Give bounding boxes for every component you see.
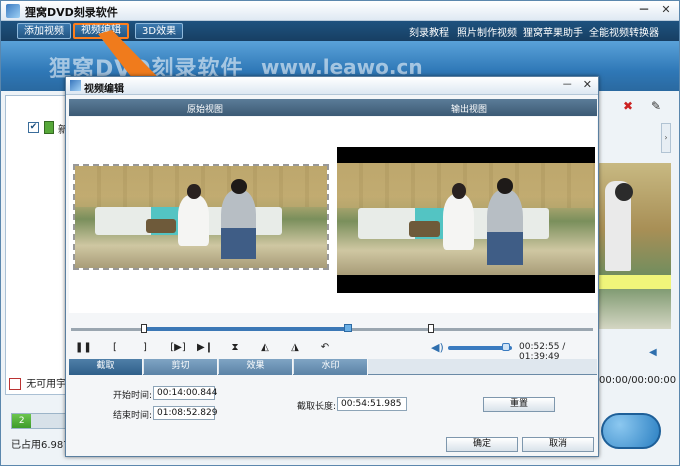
selection-end-handle[interactable] [428,324,435,333]
list-tools: ✖ ✎ [621,99,677,115]
ok-button[interactable]: 确定 [446,437,518,452]
volume-icon[interactable]: ◀ [649,347,661,358]
dialog-title: 视频编辑 [84,84,124,95]
preview-area [69,117,597,313]
pause-button[interactable]: ❚❚ [75,340,92,356]
end-time-field[interactable]: 01:08:52.829 [153,406,217,420]
film-icon [44,121,54,134]
volume-icon[interactable]: ◀) [431,340,445,356]
timeline[interactable] [71,324,593,333]
selection-start-handle[interactable] [141,324,148,333]
mark-in-button[interactable]: [ [107,340,123,356]
burn-button[interactable] [601,413,661,449]
next-frame-button[interactable]: [▶] [167,340,189,356]
warning-row: 无可用宇 [9,375,66,391]
volume-slider-handle[interactable] [501,343,510,351]
dialog-minimize-button[interactable]: － [562,78,573,92]
title-bar: 狸窝DVD刻录软件 － ✕ [1,1,679,21]
dialog-close-button[interactable]: ✕ [583,78,592,92]
delete-icon[interactable]: ✖ [621,99,635,113]
link-burn-tutorial[interactable]: 刻录教程 [409,24,449,39]
close-button[interactable]: ✕ [659,3,673,17]
trim-length-field[interactable]: 00:54:51.985 [337,397,407,411]
window-controls: － ✕ [637,3,673,17]
link-video-converter[interactable]: 全能视频转换器 [589,24,659,39]
video-list-panel: ✔ 新 [5,95,69,395]
hourglass-icon[interactable]: ⧗ [227,340,243,356]
app-title: 狸窝DVD刻录软件 [25,6,118,19]
dialog-title-bar: 视频编辑 － ✕ [66,77,598,95]
disc-usage-bar: 2 [11,413,67,429]
edit-icon[interactable]: ✎ [649,99,663,113]
warning-text: 无可用宇 [26,379,67,390]
end-time-label: 结束时间: [113,411,153,421]
item-checkbox[interactable]: ✔ [28,122,39,133]
flip-vertical-icon[interactable]: ◭ [257,340,273,356]
preview-strip: ✖ ✎ › ◀ 00:00/00:00:00 [599,95,679,455]
tab-crop[interactable]: 剪切 [144,359,218,375]
output-view-label: 输出视图 [451,105,488,115]
mark-out-button[interactable]: ] [137,340,153,356]
edit-tabs: 截取 剪切 效果 水印 [69,359,597,375]
output-video-frame [337,147,595,293]
preview-bench [599,275,671,289]
current-time: 00:52:55 [519,342,560,352]
playback-controls: ❚❚ [ ] [▶] ▶❙ ⧗ ◭ ◮ ↶ ◀) 00:52:55 / 01:3… [71,339,593,362]
start-time-label: 开始时间: [113,391,153,401]
go-to-end-button[interactable]: ▶❙ [197,340,213,356]
tab-watermark[interactable]: 水印 [294,359,368,375]
disc-usage-fill: 2 [12,414,32,428]
preview-time: 00:00/00:00:00 [599,375,677,386]
timeline-selection [144,327,348,331]
rotate-icon[interactable]: ↶ [317,340,333,356]
link-apple-assistant[interactable]: 狸窝苹果助手 [523,24,583,39]
preview-figure [605,181,633,271]
tab-effect[interactable]: 效果 [219,359,293,375]
dialog-logo-icon [70,80,81,91]
app-logo-icon [6,4,20,18]
trim-length-label: 截取长度: [297,402,337,412]
trim-panel: 开始时间: 00:14:00.844 结束时间: 01:08:52.829 截取… [69,375,597,439]
cancel-button[interactable]: 取消 [522,437,594,452]
disc-used-text: 已占用6.987 [11,440,70,451]
flip-horizontal-icon[interactable]: ◮ [287,340,303,356]
original-view-label: 原始视图 [187,105,224,115]
start-time-field[interactable]: 00:14:00.844 [153,386,217,400]
original-video-frame[interactable] [73,164,329,270]
minimize-button[interactable]: － [637,3,651,17]
dialog-window-controls: － ✕ [562,78,592,92]
scroll-arrow-right-icon[interactable]: › [661,123,671,153]
view-header: 原始视图 输出视图 [69,99,597,116]
warning-icon [9,378,21,390]
tab-trim[interactable]: 截取 [69,359,143,375]
add-video-button[interactable]: 添加视频 [17,23,71,39]
link-photo-video[interactable]: 照片制作视频 [457,24,517,39]
playhead[interactable] [343,324,352,332]
video-edit-dialog: 视频编辑 － ✕ 原始视图 输出视图 ❚❚ [] [▶] ▶❙ ⧗ ◭ ◮ ↶… [65,76,599,457]
reset-button[interactable]: 重置 [483,397,555,412]
list-item[interactable]: ✔ 新 [20,120,70,136]
time-separator: / [559,342,566,352]
preview-thumbnail [599,163,671,329]
